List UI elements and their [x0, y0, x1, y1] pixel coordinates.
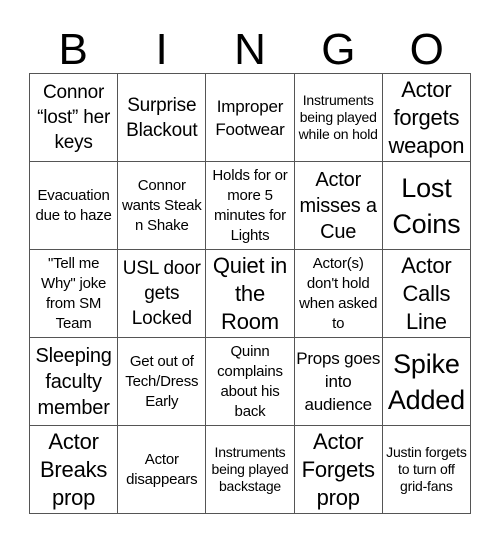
cell-text: USL door gets Locked	[122, 258, 201, 329]
bingo-cell-r4-c1[interactable]: Sleeping faculty member	[30, 338, 119, 426]
bingo-cell-r5-c2[interactable]: Actor disappears	[118, 426, 207, 514]
bingo-cell-r5-c5[interactable]: Justin forgets to turn off grid-fans	[382, 426, 471, 514]
cell-text: Actor(s) don't hold when asked to	[299, 254, 378, 332]
cell-text: Instruments being played while on hold	[298, 92, 378, 142]
bingo-cell-r5-c4[interactable]: Actor Forgets prop	[294, 426, 383, 514]
cell-text: Actor Breaks prop	[39, 428, 108, 510]
bingo-cell-r1-c2[interactable]: Surprise Blackout	[118, 74, 207, 162]
cell-text: Actor Calls Line	[401, 252, 452, 334]
bingo-cell-r3-c5[interactable]: Actor Calls Line	[382, 250, 471, 338]
bingo-cell-r4-c2[interactable]: Get out of Tech/Dress Early	[118, 338, 207, 426]
cell-text: Improper Footwear	[215, 96, 285, 139]
bingo-cell-r2-c5[interactable]: Lost Coins	[382, 162, 471, 250]
bingo-cell-r1-c1[interactable]: Connor “lost” her keys	[30, 74, 119, 162]
header-letter-b: B	[58, 25, 88, 74]
bingo-cell-r2-c2[interactable]: Connor wants Steak n Shake	[118, 162, 207, 250]
bingo-cell-r2-c1[interactable]: Evacuation due to haze	[30, 162, 119, 250]
cell-text: Actor misses a Cue	[299, 168, 378, 243]
bingo-grid: Connor “lost” her keys Surprise Blackout…	[29, 73, 471, 514]
cell-text: Actor Forgets prop	[301, 428, 375, 510]
cell-text: Get out of Tech/Dress Early	[125, 352, 199, 410]
bingo-cell-r5-c3[interactable]: Instruments being played backstage	[206, 426, 295, 514]
bingo-cell-r3-c3[interactable]: Quiet in the Room	[206, 250, 295, 338]
bingo-cell-r3-c4[interactable]: Actor(s) don't hold when asked to	[294, 250, 383, 338]
header-letter-g: G	[321, 25, 356, 74]
cell-text: Connor “lost” her keys	[37, 82, 111, 153]
bingo-cell-r4-c4[interactable]: Props goes into audience	[294, 338, 383, 426]
bingo-cell-r1-c5[interactable]: Actor forgets weapon	[382, 74, 471, 162]
bingo-cell-r5-c1[interactable]: Actor Breaks prop	[30, 426, 119, 514]
cell-text: Quinn complains about his back	[217, 342, 283, 420]
bingo-cell-r2-c4[interactable]: Actor misses a Cue	[294, 162, 383, 250]
cell-text: Holds for or more 5 minutes for Lights	[212, 166, 288, 244]
cell-text: Lost Coins	[392, 172, 461, 239]
cell-text: Evacuation due to haze	[35, 186, 112, 224]
bingo-cell-r1-c4[interactable]: Instruments being played while on hold	[294, 74, 383, 162]
cell-text: Actor disappears	[126, 450, 198, 488]
bingo-cell-r4-c3[interactable]: Quinn complains about his back	[206, 338, 295, 426]
bingo-cell-r3-c2[interactable]: USL door gets Locked	[118, 250, 207, 338]
bingo-cell-r1-c3[interactable]: Improper Footwear	[206, 74, 295, 162]
cell-text: Justin forgets to turn off grid-fans	[386, 444, 467, 494]
cell-text: Quiet in the Room	[212, 252, 288, 334]
cell-text: Actor forgets weapon	[388, 76, 465, 158]
cell-text: "Tell me Why" joke from SM Team	[40, 254, 107, 332]
bingo-cell-r4-c5[interactable]: Spike Added	[382, 338, 471, 426]
cell-text: Sleeping faculty member	[35, 344, 112, 419]
cell-text: Surprise Blackout	[126, 94, 198, 141]
cell-text: Instruments being played backstage	[211, 444, 289, 494]
bingo-header: B I N G O	[29, 27, 471, 73]
cell-text: Props goes into audience	[296, 349, 381, 414]
header-letter-i: I	[155, 25, 168, 74]
header-letter-n: N	[234, 25, 266, 74]
cell-text: Connor wants Steak n Shake	[122, 176, 202, 234]
bingo-cell-r2-c3[interactable]: Holds for or more 5 minutes for Lights	[206, 162, 295, 250]
cell-text: Spike Added	[387, 348, 465, 415]
bingo-cell-r3-c1[interactable]: "Tell me Why" joke from SM Team	[30, 250, 119, 338]
header-letter-o: O	[409, 25, 444, 74]
